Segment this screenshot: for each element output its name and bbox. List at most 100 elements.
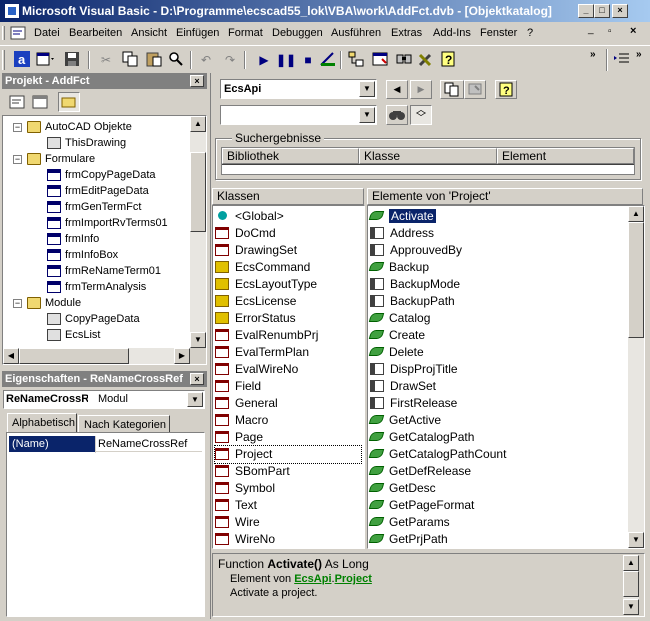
class-list-item[interactable]: Macro — [215, 412, 361, 429]
scroll-up-icon[interactable]: ▲ — [190, 116, 206, 132]
properties-window-icon[interactable] — [370, 50, 390, 70]
undo-icon[interactable]: ↶ — [196, 50, 216, 70]
mdi-minimize-button[interactable]: _ — [588, 24, 602, 41]
member-list-item[interactable]: GetPrjPath — [368, 531, 624, 548]
toggle-folders-button[interactable] — [58, 92, 80, 112]
tree-item[interactable]: Module — [27, 295, 81, 311]
member-list-item[interactable]: Address — [370, 225, 624, 242]
view-object-icon[interactable] — [31, 93, 49, 111]
chevron-down-icon[interactable]: ▼ — [187, 392, 203, 407]
title-bar[interactable]: Microsoft Visual Basic - D:\Programme\ec… — [0, 0, 650, 22]
properties-panel-close-button[interactable]: × — [190, 373, 204, 385]
scroll-down-icon[interactable]: ▼ — [623, 599, 639, 615]
member-list-item[interactable]: Backup — [368, 259, 624, 276]
class-list-item[interactable]: EvalWireNo — [215, 361, 361, 378]
tree-item[interactable]: CopyPageData — [47, 311, 140, 327]
member-list-item[interactable]: ApprouvedBy — [370, 242, 624, 259]
menu-debuggen[interactable]: Debuggen — [272, 27, 323, 39]
member-of-lib-link[interactable]: EcsApi — [294, 573, 331, 585]
member-list-item[interactable]: Catalog — [368, 310, 624, 327]
menu-ausfuehren[interactable]: Ausführen — [331, 27, 381, 39]
pause-icon[interactable]: ❚❚ — [276, 50, 296, 70]
class-list-item[interactable]: Field — [215, 378, 361, 395]
class-list-item[interactable]: General — [215, 395, 361, 412]
class-list-item[interactable]: EcsCommand — [215, 259, 361, 276]
class-list-item[interactable]: SBomPart — [215, 463, 361, 480]
collapse-icon[interactable]: − — [13, 299, 22, 308]
close-button[interactable]: × — [612, 4, 628, 18]
redo-icon[interactable]: ↷ — [220, 50, 240, 70]
class-list-item[interactable]: Text — [215, 497, 361, 514]
help-button[interactable]: ? — [495, 80, 517, 99]
toolbox-icon[interactable] — [416, 50, 436, 70]
paste-icon[interactable] — [144, 50, 164, 70]
scroll-thumb[interactable] — [19, 348, 129, 364]
property-value-cell[interactable]: ReNameCrossRef — [96, 436, 202, 452]
tab-alphabetisch[interactable]: Alphabetisch — [7, 413, 77, 432]
scroll-left-icon[interactable]: ◀ — [3, 348, 19, 364]
details-vscroll[interactable]: ▲ ▼ — [623, 555, 639, 615]
tree-item[interactable]: frmReNameTerm01 — [47, 263, 161, 279]
class-list-item[interactable]: EcsLicense — [215, 293, 361, 310]
search-button[interactable] — [386, 105, 408, 125]
scroll-down-icon[interactable]: ▼ — [190, 332, 206, 348]
vba-app-icon[interactable] — [4, 3, 20, 19]
menu-format[interactable]: Format — [228, 27, 263, 39]
member-list-item[interactable]: GetDesc — [368, 480, 624, 497]
tree-item[interactable]: frmCopyPageData — [47, 167, 156, 183]
tree-item[interactable]: frmTermAnalysis — [47, 279, 146, 295]
member-list-item[interactable]: GetPageFormat — [368, 497, 624, 514]
class-list-item[interactable]: DoCmd — [215, 225, 361, 242]
class-list-item[interactable]: EvalRenumbPrj — [215, 327, 361, 344]
class-list-item[interactable]: Wire — [215, 514, 361, 531]
column-klasse[interactable]: Klasse — [359, 148, 497, 164]
member-list-item[interactable]: GetCatalogPathCount — [368, 446, 624, 463]
menu-help[interactable]: ? — [527, 27, 533, 39]
property-name-cell[interactable]: (Name) — [9, 436, 95, 452]
tree-item[interactable]: frmEditPageData — [47, 183, 149, 199]
menu-datei[interactable]: Datei — [34, 27, 60, 39]
object-browser-icon[interactable] — [394, 50, 414, 70]
menu-bearbeiten[interactable]: Bearbeiten — [69, 27, 122, 39]
member-list-item[interactable]: Create — [368, 327, 624, 344]
library-select[interactable]: EcsApi ▼ — [220, 79, 377, 99]
tree-item[interactable]: Formulare — [27, 151, 95, 167]
insert-userform-icon[interactable] — [36, 50, 56, 70]
class-list-item[interactable]: EcsLayoutType — [215, 276, 361, 293]
mdi-restore-button[interactable]: ▫ — [608, 26, 622, 40]
scroll-thumb[interactable] — [628, 222, 644, 338]
chevron-down-icon[interactable]: ▼ — [359, 107, 375, 123]
members-vscroll[interactable]: ▲ ▼ — [628, 206, 644, 548]
scroll-right-icon[interactable]: ▶ — [174, 348, 190, 364]
project-tree-vscroll[interactable]: ▲ ▼ — [190, 116, 206, 348]
class-list-item[interactable]: <Global> — [215, 208, 361, 225]
menu-add-ins[interactable]: Add-Ins — [433, 27, 471, 39]
member-list-item[interactable]: DrawSet — [370, 378, 624, 395]
class-list-item[interactable]: ErrorStatus — [215, 310, 361, 327]
member-list-item[interactable]: DispProjTitle — [370, 361, 624, 378]
tree-item[interactable]: frmGenTermFct — [47, 199, 141, 215]
member-of-class-link[interactable]: Project — [335, 573, 372, 585]
member-list-item[interactable]: GetCatalogPath — [368, 429, 624, 446]
column-bibliothek[interactable]: Bibliothek — [222, 148, 359, 164]
class-list-item[interactable]: Page — [215, 429, 361, 446]
scroll-down-icon[interactable]: ▼ — [628, 532, 644, 548]
view-definition-button[interactable] — [464, 80, 486, 99]
column-element[interactable]: Element — [497, 148, 634, 164]
menu-ansicht[interactable]: Ansicht — [131, 27, 167, 39]
cut-icon[interactable]: ✂ — [96, 50, 116, 70]
member-list-item[interactable]: GetParams — [368, 514, 624, 531]
run-icon[interactable]: ▶ — [254, 50, 274, 70]
member-list-item[interactable]: Activate — [368, 208, 624, 225]
project-explorer-icon[interactable] — [346, 50, 366, 70]
member-list-item[interactable]: Delete — [368, 344, 624, 361]
properties-object-select[interactable]: ReNameCrossRef Modul ▼ — [3, 390, 205, 409]
class-list-item[interactable]: EvalTermPlan — [215, 344, 361, 361]
copy-to-clipboard-button[interactable] — [440, 80, 464, 99]
tree-item[interactable]: frmInfo — [47, 231, 99, 247]
tree-item[interactable]: ThisDrawing — [47, 135, 126, 151]
forward-button[interactable]: ▶ — [410, 80, 432, 99]
copy-icon[interactable] — [120, 50, 140, 70]
scroll-thumb[interactable] — [623, 571, 639, 597]
member-list-item[interactable]: GetDefRelease — [368, 463, 624, 480]
